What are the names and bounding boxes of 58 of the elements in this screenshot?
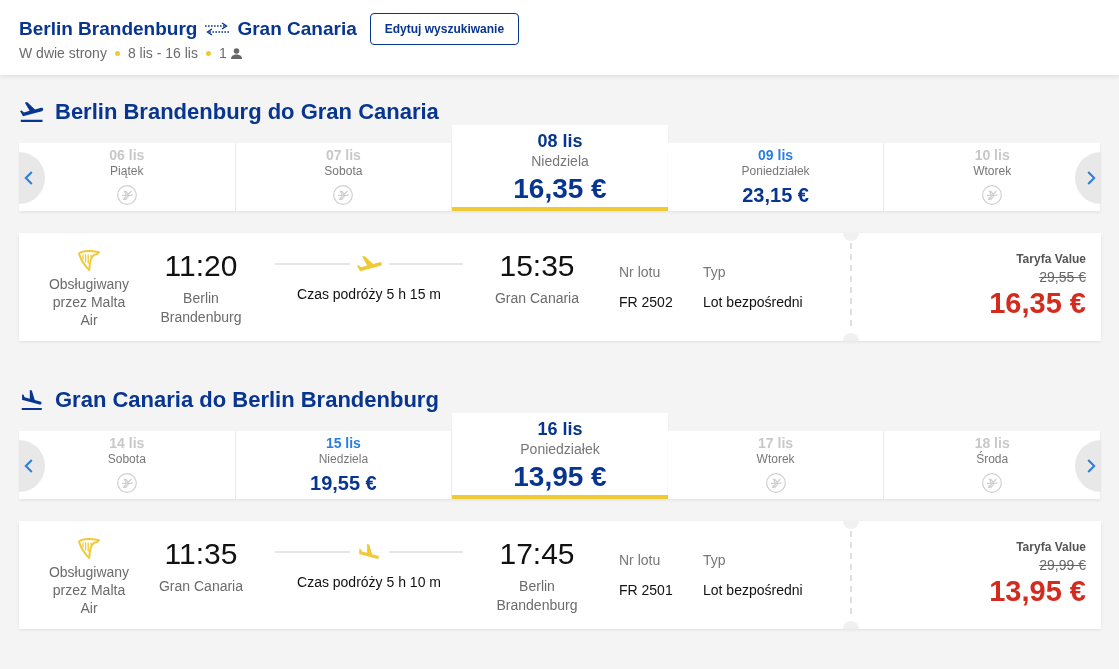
fare-name: Taryfa Value (1016, 540, 1086, 555)
crossed-plane-icon (982, 473, 1003, 493)
date-tab[interactable]: 16 lis Poniedziałek 13,95 € (452, 413, 668, 499)
separator-dot-icon (205, 50, 211, 56)
arrival-time: 17:45 (499, 536, 575, 571)
duration-text: Czas podróży 5 h 15 m (297, 285, 441, 304)
flight-type: Lot bezpośredni (703, 293, 803, 312)
route-destination: Gran Canaria (237, 17, 357, 41)
flight-type: Lot bezpośredni (703, 581, 803, 600)
plane-icon (356, 544, 382, 560)
edit-search-button[interactable]: Edytuj wyszukiwanie (369, 13, 520, 45)
date-range: 8 lis - 16 lis (127, 44, 198, 62)
flight-type-label: Typ (703, 551, 727, 570)
landing-icon (20, 389, 44, 410)
harp-icon (77, 248, 101, 272)
crossed-plane-icon (116, 185, 137, 205)
date-tab[interactable]: 08 lis Niedziela 16,35 € (452, 125, 668, 211)
journey-title: Gran Canaria do Berlin Brandenburg (55, 386, 439, 413)
operator-text: Obsługiwany przez Malta Air (47, 563, 131, 617)
operator-text: Obsługiwany przez Malta Air (47, 275, 131, 329)
arrival-airport: Berlin Brandenburg (495, 577, 579, 615)
departure-airport: Berlin Brandenburg (159, 289, 243, 327)
departure-time: 11:35 (164, 536, 238, 571)
trip-type: W dwie strony (19, 44, 107, 62)
arrival-airport: Gran Canaria (494, 289, 579, 308)
chevron-right-icon (1087, 171, 1096, 185)
departure-time: 11:20 (164, 248, 238, 283)
route-origin: Berlin Brandenburg (19, 17, 198, 41)
flight-number: FR 2502 (619, 293, 674, 312)
duration-text: Czas podróży 5 h 10 m (297, 573, 441, 592)
arrival-time: 15:35 (499, 248, 575, 283)
chevron-left-icon (24, 171, 33, 185)
flight-number-label: Nr lotu (619, 551, 662, 570)
crossed-plane-icon (333, 185, 354, 205)
original-price: 29,99 € (1039, 557, 1086, 574)
passenger-count: 1 (218, 44, 227, 62)
fare-price: 16,35 € (989, 286, 1086, 320)
date-tab[interactable]: 09 lis Poniedziałek 23,15 € (667, 143, 885, 211)
flight-number: FR 2501 (619, 581, 674, 600)
fare-name: Taryfa Value (1016, 252, 1086, 267)
harp-icon (77, 536, 101, 560)
swap-arrows-icon (204, 22, 231, 36)
chevron-left-icon (24, 459, 33, 473)
original-price: 29,55 € (1039, 269, 1086, 286)
departure-airport: Gran Canaria (158, 577, 243, 596)
flight-number-label: Nr lotu (619, 263, 662, 282)
plane-icon (356, 256, 382, 272)
crossed-plane-icon (982, 185, 1003, 205)
flight-type-label: Typ (703, 263, 727, 282)
takeoff-icon (20, 101, 44, 122)
person-icon (230, 47, 242, 59)
separator-dot-icon (114, 50, 120, 56)
date-tab[interactable]: 15 lis Niedziela 19,55 € (235, 431, 453, 499)
fare-price: 13,95 € (989, 574, 1086, 608)
crossed-plane-icon (765, 473, 786, 493)
crossed-plane-icon (116, 473, 137, 493)
chevron-right-icon (1087, 459, 1096, 473)
journey-title: Berlin Brandenburg do Gran Canaria (55, 98, 439, 125)
